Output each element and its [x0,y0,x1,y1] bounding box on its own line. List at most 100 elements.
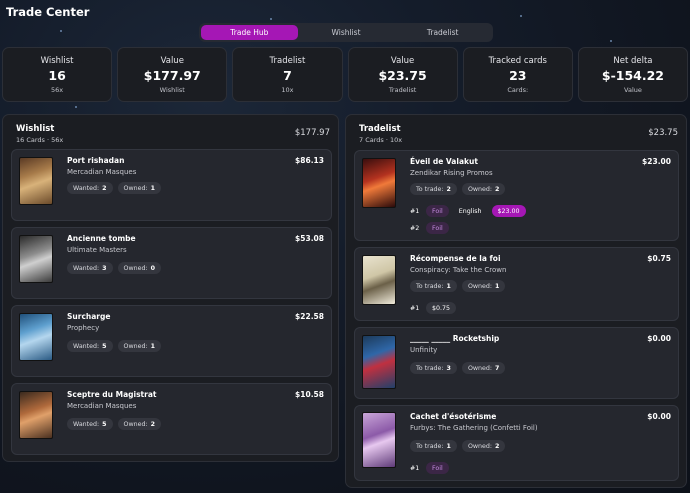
owned-badge: Owned: 1 [117,340,162,352]
wishlist-card[interactable]: Port rishadan Mercadian Masques $86.13 W… [11,149,332,221]
language-label: English [458,207,482,215]
wishlist-card[interactable]: Ancienne tombe Ultimate Masters $53.08 W… [11,227,332,299]
wishlist-total: $177.97 [294,128,330,138]
card-set: Mercadian Masques [67,168,137,176]
stat-label: Value [390,55,415,66]
wanted-count: 5 [102,420,107,428]
stat-sub: Tradelist [388,85,417,94]
wanted-label: Wanted: [73,264,100,272]
to-trade-badge: To trade: 1 [410,280,457,292]
copy-row: #2 Foil [410,222,449,234]
card-set: Conspiracy: Take the Crown [410,266,507,274]
stat-sub: Value [624,85,642,94]
page-title: Trade Center [6,5,90,19]
to-trade-label: To trade: [416,282,444,290]
copy-number: #2 [410,224,420,232]
owned-count: 1 [150,342,156,350]
to-trade-badge: To trade: 2 [410,183,457,195]
card-counts: Wanted: 3 Owned: 0 [67,262,162,274]
to-trade-badge: To trade: 3 [410,362,457,374]
card-price: $22.58 [295,312,324,321]
to-trade-label: To trade: [416,364,444,372]
copy-number: #1 [410,304,420,312]
owned-count: 7 [495,364,500,372]
wishlist-card[interactable]: Surcharge Prophecy $22.58 Wanted: 5 Owned… [11,305,332,377]
card-price: $86.13 [295,156,324,165]
to-trade-count: 1 [446,442,451,450]
card-art-image [362,412,396,468]
stat-value: $177.97 [143,67,201,83]
stat-wishlist-value: Value $177.97 Wishlist [117,47,228,102]
stat-tradelist-value: Value $23.75 Tradelist [347,47,458,102]
stat-label: Value [160,55,184,66]
card-art-image [362,158,396,208]
star-decoration [270,18,272,20]
stat-value: 7 [283,67,292,83]
card-name: Ancienne tombe [67,234,136,243]
stat-net-delta: Net delta $-154.22 Value [577,47,689,102]
copy-number: #1 [410,207,420,215]
stat-value: 16 [48,67,66,83]
owned-count: 0 [150,264,156,272]
wanted-badge: Wanted: 3 [67,262,113,274]
copy-price-badge: $23.00 [491,205,526,217]
card-price: $0.75 [647,254,671,263]
to-trade-label: To trade: [416,185,444,193]
stats-row: Wishlist 16 56x Value $177.97 Wishlist T… [2,47,689,102]
card-set: Mercadian Masques [67,402,137,410]
wishlist-title: Wishlist [16,124,55,134]
card-name: Cachet d'ésotérisme [410,412,497,421]
wanted-badge: Wanted: 2 [67,182,113,194]
card-counts: To trade: 1 Owned: 1 [410,280,506,292]
tradelist-card[interactable]: Cachet d'ésotérisme Furbys: The Gatherin… [354,405,679,481]
tab-wishlist[interactable]: Wishlist [298,25,395,40]
star-decoration [520,15,522,17]
wanted-label: Wanted: [73,184,100,192]
star-decoration [60,30,62,32]
stat-tracked-cards: Tracked cards 23 Cards: [462,47,573,102]
tradelist-card[interactable]: Récompense de la foi Conspiracy: Take th… [354,247,679,321]
star-decoration [75,106,77,108]
owned-badge: Owned: 2 [461,183,506,195]
card-art-image [362,255,396,305]
card-counts: To trade: 3 Owned: 7 [410,362,506,374]
owned-badge: Owned: 1 [461,280,506,292]
card-price: $23.00 [642,157,671,166]
owned-label: Owned: [123,420,148,428]
owned-label: Owned: [123,342,148,350]
tab-tradelist[interactable]: Tradelist [394,25,491,40]
wishlist-card[interactable]: Sceptre du Magistrat Mercadian Masques $… [11,383,332,455]
card-price: $10.58 [295,390,324,399]
owned-label: Owned: [467,364,493,372]
tradelist-total: $23.75 [648,128,678,138]
copy-number: #1 [410,464,420,472]
wanted-count: 2 [102,184,107,192]
stat-sub: Wishlist [159,85,185,94]
card-art-image [19,391,53,439]
owned-badge: Owned: 2 [117,418,162,430]
tradelist-card[interactable]: _____ _____ Rocketship Unfinity $0.00 To… [354,327,679,399]
stat-sub: Cards: [507,85,529,94]
stat-value: $-154.22 [601,67,664,83]
owned-label: Owned: [467,185,493,193]
owned-badge: Owned: 7 [461,362,506,374]
tradelist-card[interactable]: Éveil de Valakut Zendikar Rising Promos … [354,150,679,241]
card-price: $0.00 [647,412,671,421]
card-name: Surcharge [67,312,111,321]
tradelist-panel: Tradelist 7 Cards · 10x $23.75 Éveil de … [345,114,687,488]
foil-badge: Foil [426,462,449,474]
tab-trade-hub[interactable]: Trade Hub [201,25,298,40]
wishlist-panel: Wishlist 16 Cards · 56x $177.97 Port ris… [2,114,339,462]
owned-count: 2 [150,420,156,428]
to-trade-badge: To trade: 1 [410,440,457,452]
owned-badge: Owned: 0 [117,262,162,274]
card-name: Récompense de la foi [410,254,501,263]
stat-sub: 56x [51,85,64,94]
owned-label: Owned: [123,184,148,192]
tradelist-title: Tradelist [359,124,401,134]
card-set: Unfinity [410,346,438,354]
card-name: Port rishadan [67,156,125,165]
card-counts: Wanted: 5 Owned: 1 [67,340,162,352]
owned-count: 1 [495,282,500,290]
card-price: $53.08 [295,234,324,243]
